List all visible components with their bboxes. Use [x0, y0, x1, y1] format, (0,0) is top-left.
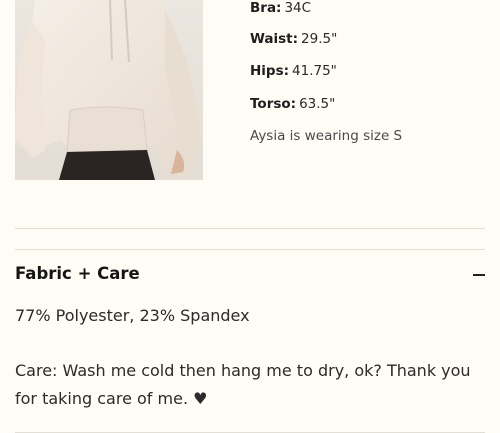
measurement-label: Hips: — [250, 63, 290, 79]
model-photo — [15, 0, 203, 180]
fabric-care-accordion-header[interactable]: Fabric + Care — [15, 262, 485, 288]
minus-icon[interactable] — [473, 274, 485, 276]
size-worn-note: Aysia is wearing size S — [250, 128, 403, 144]
measurement-value: 41.75" — [292, 63, 337, 79]
measurement-value: 34C — [284, 0, 312, 16]
care-instructions: Care: Wash me cold then hang me to dry, … — [15, 361, 471, 408]
fabric-composition: 77% Polyester, 23% Spandex — [15, 306, 250, 325]
measurement-hips: Hips: 41.75" — [250, 63, 337, 79]
measurement-torso: Torso: 63.5" — [250, 96, 335, 112]
product-details-panel: Bra: 34C Waist: 29.5" Hips: 41.75" Torso: 63… — [0, 0, 500, 433]
measurement-value: 63.5" — [299, 96, 336, 112]
divider — [15, 228, 485, 229]
fabric-care-title: Fabric + Care — [15, 264, 140, 283]
measurement-label: Waist: — [250, 31, 299, 47]
divider — [15, 249, 485, 250]
measurement-label: Bra: — [250, 0, 282, 16]
measurement-label: Torso: — [250, 96, 297, 112]
measurement-waist: Waist: 29.5" — [250, 31, 337, 47]
measurement-value: 29.5" — [301, 31, 338, 47]
measurement-bra: Bra: 34C — [250, 0, 311, 16]
